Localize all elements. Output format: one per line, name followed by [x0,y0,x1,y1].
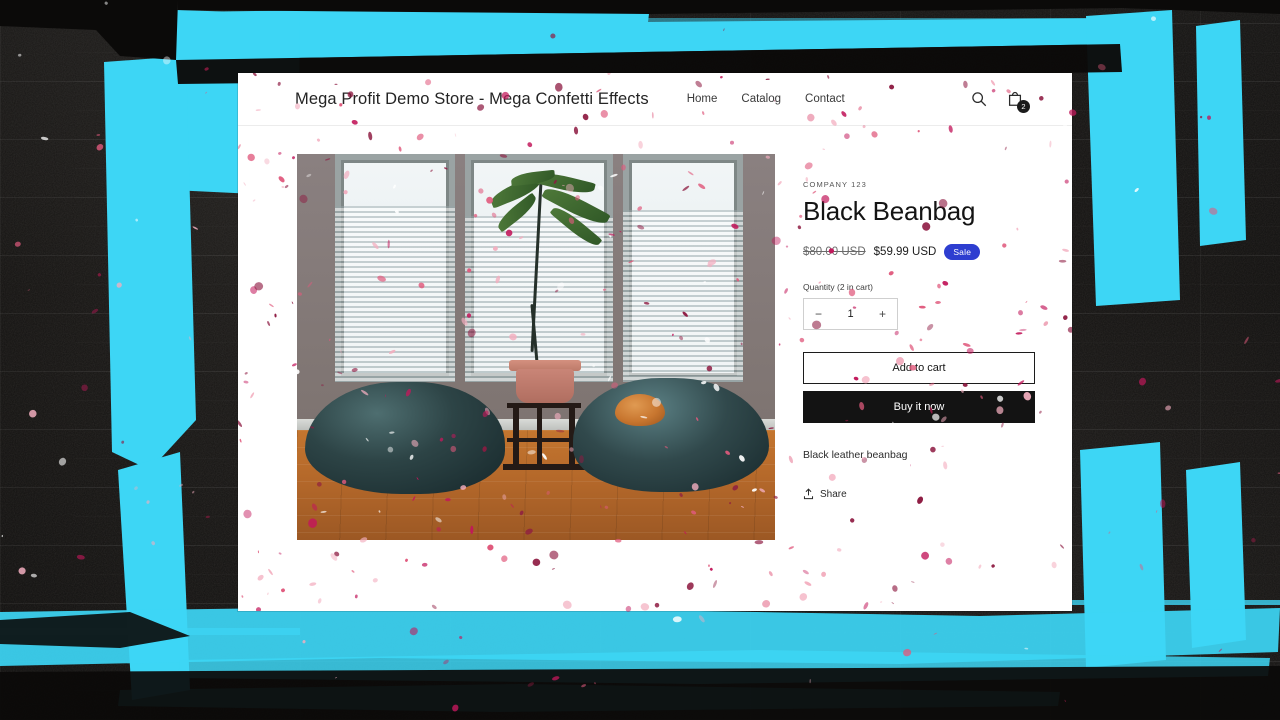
search-icon[interactable] [970,90,988,108]
product-image[interactable] [297,154,775,540]
quantity-stepper[interactable]: − 1 + [803,298,898,330]
add-to-cart-button[interactable]: Add to cart [803,352,1035,384]
product-section: COMPANY 123 Black Beanbag $80.00 USD $59… [238,126,1072,540]
cart-icon[interactable]: 2 [1006,90,1030,113]
store-page-panel: Mega Profit Demo Store - Mega Confetti E… [238,73,1072,611]
price-sale: $59.99 USD [873,246,937,258]
cart-count-badge: 2 [1017,100,1030,113]
nav-link-home[interactable]: Home [687,93,718,105]
quantity-decrease-button[interactable]: − [815,307,822,321]
product-description: Black leather beanbag [803,449,908,461]
header-actions: 2 [970,90,1052,113]
nav-link-contact[interactable]: Contact [805,93,845,105]
buy-it-now-button[interactable]: Buy it now [803,391,1035,423]
product-title: Black Beanbag [803,196,976,226]
price-original: $80.00 USD [803,246,866,258]
quantity-value: 1 [847,308,854,320]
quantity-increase-button[interactable]: + [879,307,886,321]
product-vendor: COMPANY 123 [803,180,867,189]
share-icon [803,488,814,500]
store-title: Mega Profit Demo Store - Mega Confetti E… [295,89,649,108]
share-button[interactable]: Share [803,488,1025,500]
sale-badge: Sale [944,244,981,260]
nav-link-catalog[interactable]: Catalog [741,93,781,105]
quantity-label: Quantity (2 in cart) [803,282,873,292]
product-info: COMPANY 123 Black Beanbag $80.00 USD $59… [775,154,1035,540]
share-label: Share [820,488,847,500]
site-header: Mega Profit Demo Store - Mega Confetti E… [238,73,1072,126]
price-row: $80.00 USD $59.99 USD Sale [803,244,1025,260]
main-nav: Home Catalog Contact [687,93,845,105]
